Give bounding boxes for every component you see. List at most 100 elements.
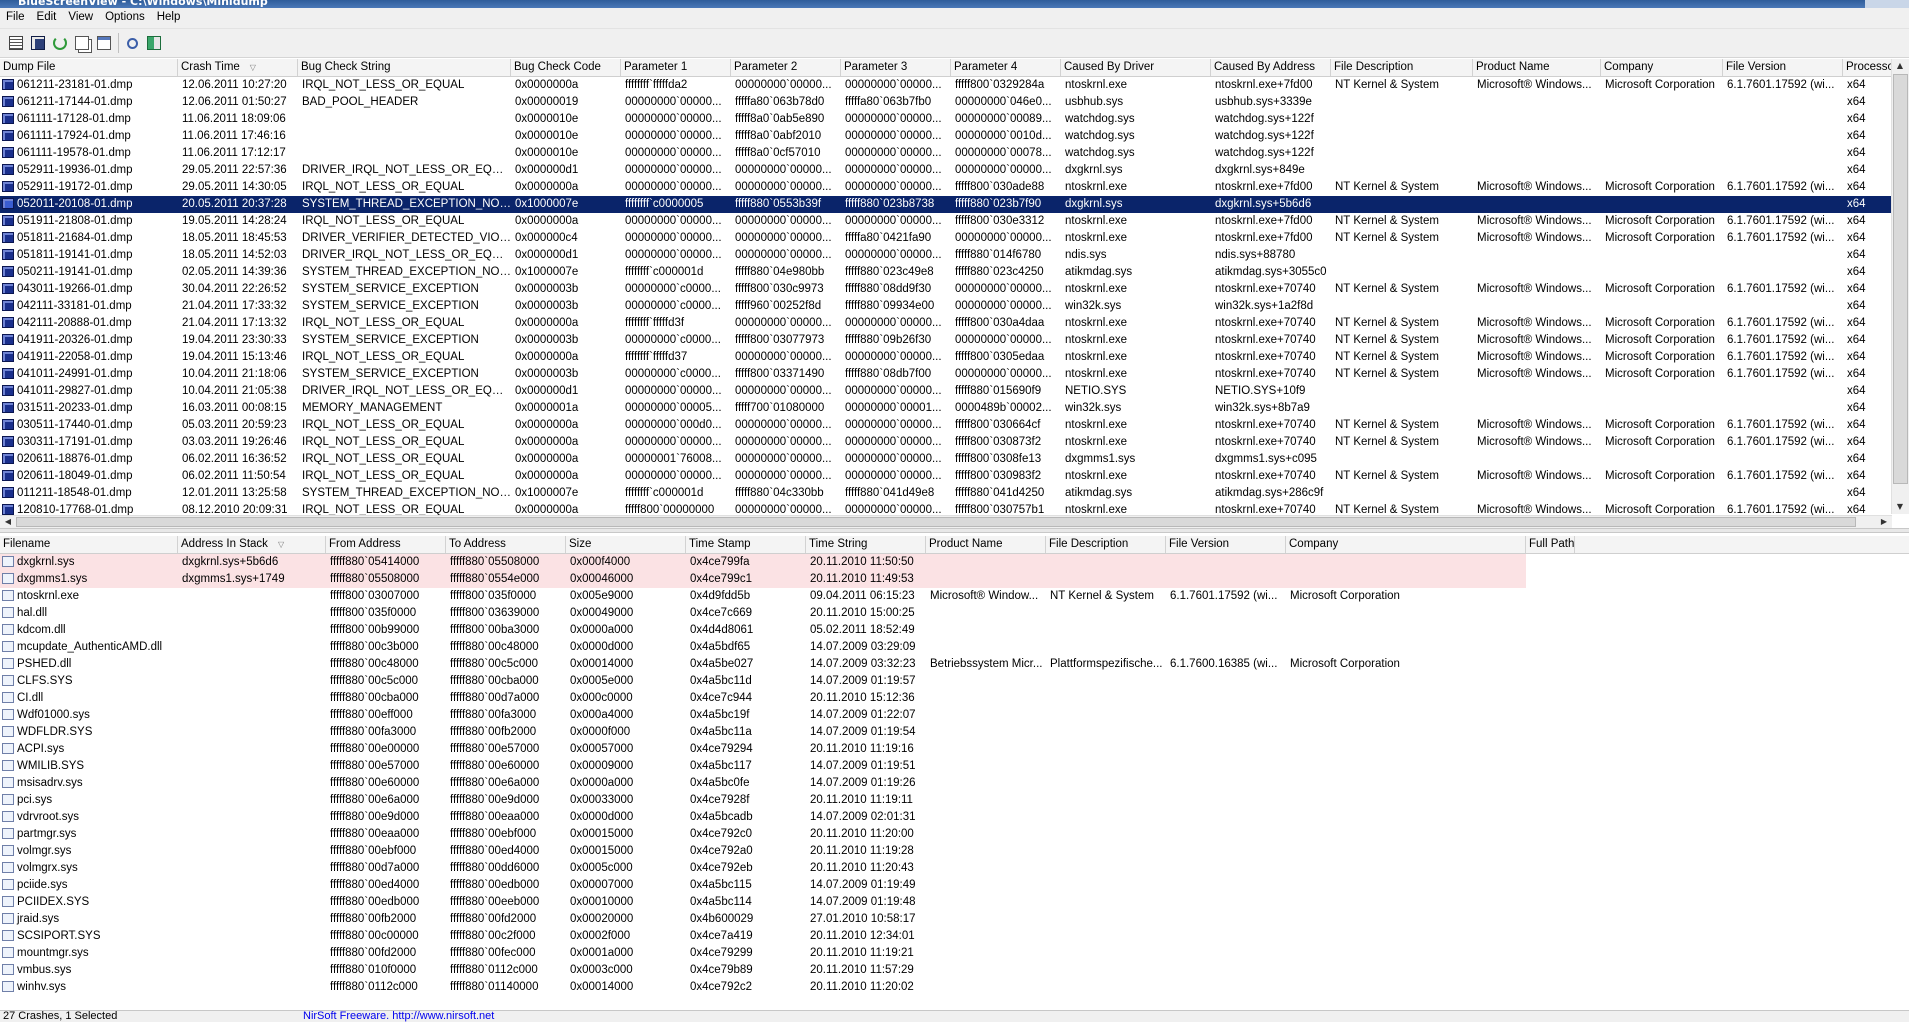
- crash-row[interactable]: 051811-19141-01.dmp 18.05.2011 14:52:03 DR…: [0, 247, 1909, 264]
- crash-row[interactable]: 011211-18548-01.dmp 12.01.2011 13:25:58 SY…: [0, 485, 1909, 502]
- column-header-product-name[interactable]: Product Name: [926, 536, 1046, 553]
- column-header-file-description[interactable]: File Description: [1331, 59, 1473, 76]
- driver-row[interactable]: SCSIPORT.SYS fffff880`00c00000 fffff880`00…: [0, 928, 1909, 945]
- column-header-file-description[interactable]: File Description: [1046, 536, 1166, 553]
- driver-row[interactable]: vdrvroot.sys fffff880`00e9d000 fffff880`00…: [0, 809, 1909, 826]
- driver-row[interactable]: WMILIB.SYS fffff880`00e57000 fffff880`00e6…: [0, 758, 1909, 775]
- crash-row[interactable]: 052911-19936-01.dmp 29.05.2011 22:57:36 DR…: [0, 162, 1909, 179]
- menu-view[interactable]: View: [62, 8, 99, 28]
- crash-row[interactable]: 020611-18049-01.dmp 06.02.2011 11:50:54 IR…: [0, 468, 1909, 485]
- driver-row[interactable]: winhv.sys fffff880`0112c000 fffff880`01140…: [0, 979, 1909, 996]
- crash-row[interactable]: 051811-21684-01.dmp 18.05.2011 18:45:53 DR…: [0, 230, 1909, 247]
- column-header-parameter-1[interactable]: Parameter 1: [621, 59, 731, 76]
- driver-row[interactable]: PCIIDEX.SYS fffff880`00edb000 fffff880`00e…: [0, 894, 1909, 911]
- driver-row[interactable]: volmgrx.sys fffff880`00d7a000 fffff880`00d…: [0, 860, 1909, 877]
- driver-row[interactable]: ntoskrnl.exe fffff800`03007000 fffff800`03…: [0, 588, 1909, 605]
- driver-row[interactable]: kdcom.dll fffff800`00b99000 fffff800`00ba3…: [0, 622, 1909, 639]
- properties-list-button[interactable]: [6, 33, 26, 53]
- driver-row[interactable]: CLFS.SYS fffff880`00c5c000 fffff880`00cba0…: [0, 673, 1909, 690]
- driver-row[interactable]: Wdf01000.sys fffff880`00eff000 fffff880`00…: [0, 707, 1909, 724]
- crash-row[interactable]: 061111-17924-01.dmp 11.06.2011 17:46:16 0x…: [0, 128, 1909, 145]
- scroll-thumb[interactable]: [16, 517, 1856, 527]
- scroll-right-arrow-icon[interactable]: ▶: [1876, 515, 1892, 528]
- crash-row[interactable]: 030511-17440-01.dmp 05.03.2011 20:59:23 IR…: [0, 417, 1909, 434]
- crash-row[interactable]: 041011-29827-01.dmp 10.04.2011 21:05:38 DR…: [0, 383, 1909, 400]
- crash-row[interactable]: 061211-17144-01.dmp 12.06.2011 01:50:27 BA…: [0, 94, 1909, 111]
- column-header-bug-check-code[interactable]: Bug Check Code: [511, 59, 621, 76]
- driver-row[interactable]: ACPI.sys fffff880`00e00000 fffff880`00e570…: [0, 741, 1909, 758]
- crash-row[interactable]: 042111-33181-01.dmp 21.04.2011 17:33:32 SY…: [0, 298, 1909, 315]
- driver-row[interactable]: hal.dll fffff800`035f0000 fffff800`0363900…: [0, 605, 1909, 622]
- column-header-address-in-stack[interactable]: Address In Stack ▽: [178, 536, 326, 553]
- column-header-crash-time[interactable]: Crash Time ▽: [178, 59, 298, 76]
- column-header-processor[interactable]: Processor: [1843, 59, 1892, 76]
- column-header-file-version[interactable]: File Version: [1166, 536, 1286, 553]
- menu-file[interactable]: File: [0, 8, 31, 28]
- column-header-parameter-4[interactable]: Parameter 4: [951, 59, 1061, 76]
- crash-row[interactable]: 061111-17128-01.dmp 11.06.2011 18:09:06 0x…: [0, 111, 1909, 128]
- driver-row[interactable]: mcupdate_AuthenticAMD.dll fffff880`00c3b0…: [0, 639, 1909, 656]
- column-header-company[interactable]: Company: [1286, 536, 1526, 553]
- column-header-caused-by-address[interactable]: Caused By Address: [1211, 59, 1331, 76]
- driver-row[interactable]: pciide.sys fffff880`00ed4000 fffff880`00ed…: [0, 877, 1909, 894]
- exit-button[interactable]: [144, 33, 164, 53]
- crash-row[interactable]: 041011-24991-01.dmp 10.04.2011 21:18:06 SY…: [0, 366, 1909, 383]
- window-controls[interactable]: [1865, 0, 1909, 8]
- driver-row[interactable]: PSHED.dll fffff880`00c48000 fffff880`00c5c…: [0, 656, 1909, 673]
- column-header-parameter-3[interactable]: Parameter 3: [841, 59, 951, 76]
- menu-help[interactable]: Help: [151, 8, 187, 28]
- scroll-left-arrow-icon[interactable]: ◀: [0, 515, 16, 528]
- crash-row[interactable]: 031511-20233-01.dmp 16.03.2011 00:08:15 ME…: [0, 400, 1909, 417]
- refresh-button[interactable]: [50, 33, 70, 53]
- column-header-product-name[interactable]: Product Name: [1473, 59, 1601, 76]
- menu-edit[interactable]: Edit: [31, 8, 63, 28]
- column-header-file-version[interactable]: File Version: [1723, 59, 1843, 76]
- column-header-company[interactable]: Company: [1601, 59, 1723, 76]
- driver-row[interactable]: pci.sys fffff880`00e6a000 fffff880`00e9d00…: [0, 792, 1909, 809]
- column-header-filename[interactable]: Filename: [0, 536, 178, 553]
- column-header-bug-check-string[interactable]: Bug Check String: [298, 59, 511, 76]
- driver-row[interactable]: jraid.sys fffff880`00fb2000 fffff880`00fd2…: [0, 911, 1909, 928]
- column-header-parameter-2[interactable]: Parameter 2: [731, 59, 841, 76]
- menu-options[interactable]: Options: [99, 8, 151, 28]
- crash-list-vertical-scrollbar[interactable]: ▲ ▼: [1891, 59, 1909, 514]
- column-header-time-stamp[interactable]: Time Stamp: [686, 536, 806, 553]
- driver-row[interactable]: CI.dll fffff880`00cba000 fffff880`00d7a000…: [0, 690, 1909, 707]
- driver-row[interactable]: WDFLDR.SYS fffff880`00fa3000 fffff880`00fb…: [0, 724, 1909, 741]
- driver-row[interactable]: partmgr.sys fffff880`00eaa000 fffff880`00e…: [0, 826, 1909, 843]
- crash-row[interactable]: 052011-20108-01.dmp 20.05.2011 20:37:28 SY…: [0, 196, 1909, 213]
- status-nirsoft-link[interactable]: NirSoft Freeware. http://www.nirsoft.net: [303, 1011, 494, 1022]
- driver-row[interactable]: msisadrv.sys fffff880`00e60000 fffff880`00…: [0, 775, 1909, 792]
- crash-row[interactable]: 042111-20888-01.dmp 21.04.2011 17:13:32 IR…: [0, 315, 1909, 332]
- driver-row[interactable]: vmbus.sys fffff880`010f0000 fffff880`0112c…: [0, 962, 1909, 979]
- crash-row[interactable]: 052911-19172-01.dmp 29.05.2011 14:30:05 IR…: [0, 179, 1909, 196]
- crash-row[interactable]: 061211-23181-01.dmp 12.06.2011 10:27:20 IR…: [0, 77, 1909, 94]
- driver-row[interactable]: dxgkrnl.sys dxgkrnl.sys+5b6d6 fffff880`054…: [0, 554, 1526, 571]
- crash-row[interactable]: 043011-19266-01.dmp 30.04.2011 22:26:52 SY…: [0, 281, 1909, 298]
- column-header-full-path[interactable]: Full Path: [1526, 536, 1576, 553]
- crash-row[interactable]: 051911-21808-01.dmp 19.05.2011 14:28:24 IR…: [0, 213, 1909, 230]
- pane-splitter[interactable]: [0, 528, 1909, 533]
- column-header-dump-file[interactable]: Dump File: [0, 59, 178, 76]
- driver-row[interactable]: mountmgr.sys fffff880`00fd2000 fffff880`00…: [0, 945, 1909, 962]
- properties-button[interactable]: [94, 33, 114, 53]
- copy-button[interactable]: [72, 33, 92, 53]
- column-header-caused-by-driver[interactable]: Caused By Driver: [1061, 59, 1211, 76]
- driver-row[interactable]: dxgmms1.sys dxgmms1.sys+1749 fffff880`0550…: [0, 571, 1526, 588]
- crash-row[interactable]: 061111-19578-01.dmp 11.06.2011 17:12:17 0x…: [0, 145, 1909, 162]
- column-header-time-string[interactable]: Time String: [806, 536, 926, 553]
- crash-row[interactable]: 041911-20326-01.dmp 19.04.2011 23:30:33 SY…: [0, 332, 1909, 349]
- save-button[interactable]: [28, 33, 48, 53]
- column-header-size[interactable]: Size: [566, 536, 686, 553]
- crash-row[interactable]: 030311-17191-01.dmp 03.03.2011 19:26:46 IR…: [0, 434, 1909, 451]
- scroll-thumb[interactable]: [1893, 74, 1908, 484]
- find-button[interactable]: [122, 33, 142, 53]
- crash-row[interactable]: 041911-22058-01.dmp 19.04.2011 15:13:46 IR…: [0, 349, 1909, 366]
- scroll-down-arrow-icon[interactable]: ▼: [1892, 500, 1908, 514]
- driver-row[interactable]: volmgr.sys fffff880`00ebf000 fffff880`00ed…: [0, 843, 1909, 860]
- crash-row[interactable]: 020611-18876-01.dmp 06.02.2011 16:36:52 IR…: [0, 451, 1909, 468]
- crash-list-horizontal-scrollbar[interactable]: ◀ ▶: [0, 515, 1892, 528]
- column-header-from-address[interactable]: From Address: [326, 536, 446, 553]
- column-header-to-address[interactable]: To Address: [446, 536, 566, 553]
- scroll-up-arrow-icon[interactable]: ▲: [1892, 59, 1908, 73]
